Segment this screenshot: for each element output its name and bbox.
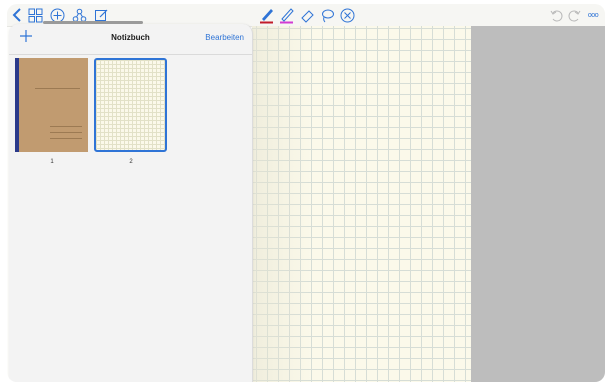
undo-icon[interactable] (549, 6, 563, 24)
pen-tool-icon[interactable] (259, 6, 275, 24)
edit-button[interactable]: Bearbeiten (205, 33, 244, 42)
highlighter-tool-icon[interactable] (279, 6, 295, 24)
eraser-tool-icon[interactable] (299, 6, 315, 24)
page-number: 2 (129, 159, 133, 165)
lasso-tool-icon[interactable] (319, 6, 335, 24)
page-overview-panel: Notizbuch Bearbeiten 1 2 (9, 21, 253, 382)
back-chevron-icon[interactable] (11, 6, 23, 24)
page-thumbnail-1[interactable] (15, 58, 88, 152)
cover-line (50, 126, 82, 127)
page-thumbnail-2[interactable] (94, 58, 167, 152)
canvas-background (471, 26, 605, 382)
app-window: ooo Notizbuch Bearbeiten 1 2 (7, 4, 605, 382)
redo-icon[interactable] (567, 6, 581, 24)
close-circle-icon[interactable] (339, 6, 355, 24)
cover-spine (15, 58, 19, 152)
page-shadow (252, 26, 312, 382)
grid-view-icon[interactable] (27, 6, 43, 24)
page-number: 1 (50, 159, 54, 165)
cover-line (50, 132, 82, 133)
panel-header: Notizbuch Bearbeiten (9, 24, 252, 55)
cover-line (35, 88, 80, 89)
more-icon[interactable]: ooo (585, 6, 601, 24)
cover-line (50, 138, 82, 139)
